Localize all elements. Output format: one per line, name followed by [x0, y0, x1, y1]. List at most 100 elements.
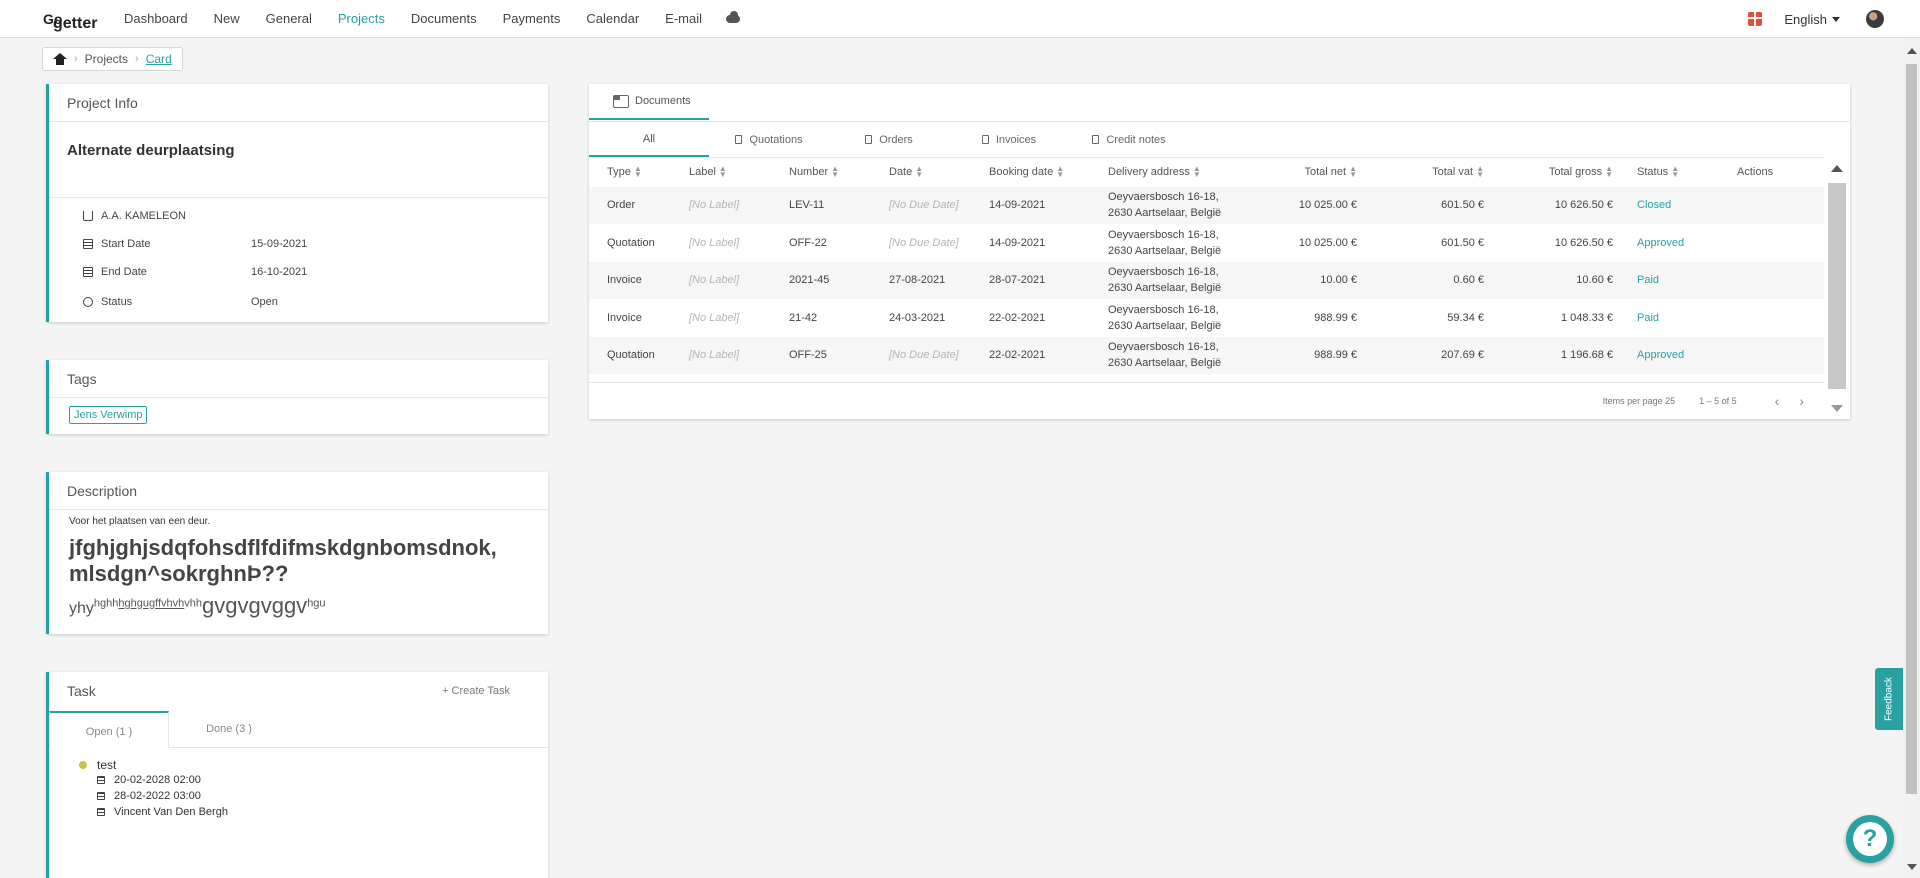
cell-date: [No Due Date]: [889, 199, 959, 212]
cell-type: Invoice: [607, 311, 642, 324]
chevron-right-icon[interactable]: ›: [1799, 393, 1804, 409]
description-line-2: jfghjghjsdqfohsdflfdifmskdgnbomsdnok, ml…: [69, 535, 497, 586]
breadcrumb-separator-icon: ›: [135, 53, 139, 65]
nav-payments[interactable]: Payments: [503, 11, 561, 26]
cloud-icon[interactable]: [724, 11, 742, 23]
client-name[interactable]: A.A. KAMELEON: [101, 210, 186, 222]
description-body: Voor het plaatsen van een deur. jfghjghj…: [49, 510, 548, 619]
description-line-1: Voor het plaatsen van een deur.: [69, 516, 211, 527]
nav-general[interactable]: General: [266, 11, 312, 26]
cell-type: Order: [607, 199, 636, 212]
scroll-thumb[interactable]: [1906, 64, 1917, 794]
logo-getter-text: getter: [53, 14, 98, 32]
home-icon[interactable]: [53, 53, 67, 65]
cell-address: Oeyvaersbosch 16-18, 2630 Aartselaar, Be…: [1108, 266, 1222, 295]
cell-actions: [1725, 299, 1824, 337]
gift-icon[interactable]: [1748, 12, 1763, 26]
col-total-net[interactable]: Total net ▲ ▼: [1268, 157, 1369, 187]
col-delivery-address[interactable]: Delivery address ▲ ▼: [1108, 157, 1268, 187]
nav-projects[interactable]: Projects: [338, 11, 385, 26]
cell-date: [No Due Date]: [889, 236, 959, 249]
col-status[interactable]: Status ▲ ▼: [1625, 157, 1725, 187]
subtab-credit-notes[interactable]: Credit notes: [1069, 122, 1189, 157]
scroll-down-icon[interactable]: [1831, 405, 1843, 412]
nav-new[interactable]: New: [214, 11, 240, 26]
tab-open-tasks[interactable]: Open (1 ): [49, 711, 169, 748]
subtab-invoices[interactable]: Invoices: [949, 122, 1069, 157]
desc-fragment: yhy: [69, 600, 94, 617]
nav-email[interactable]: E-mail: [665, 11, 702, 26]
subtab-quotations[interactable]: Quotations: [709, 122, 829, 157]
tab-documents[interactable]: Documents: [589, 84, 709, 120]
cell-label: [No Label]: [689, 236, 740, 249]
cell-total-vat: 59.34 €: [1447, 311, 1484, 324]
tags-card: Tags Jens Verwimp: [46, 360, 548, 434]
scroll-down-icon[interactable]: [1907, 864, 1917, 870]
description-title: Description: [49, 472, 548, 510]
language-selector[interactable]: English: [1784, 12, 1840, 27]
col-type[interactable]: Type ▲ ▼: [589, 157, 689, 187]
col-total-gross[interactable]: Total gross ▲ ▼: [1496, 157, 1625, 187]
nav-dashboard[interactable]: Dashboard: [124, 11, 188, 26]
breadcrumb-card[interactable]: Card: [146, 52, 172, 66]
chevron-down-icon: [1832, 16, 1840, 22]
col-number[interactable]: Number ▲ ▼: [789, 157, 889, 187]
subtab-all-label: All: [642, 132, 656, 145]
page-scrollbar[interactable]: [1903, 38, 1920, 878]
table-row[interactable]: Order [No Label] LEV-11 [No Due Date] 14…: [589, 186, 1824, 225]
start-date-value: 15-09-2021: [251, 238, 308, 250]
subtab-orders[interactable]: Orders: [829, 122, 949, 157]
gogetter-logo[interactable]: Go getter: [43, 5, 100, 33]
nav-right: English: [1748, 0, 1920, 38]
cart-icon: [83, 211, 93, 221]
client-row: A.A. KAMELEON: [49, 202, 548, 230]
user-avatar[interactable]: [1866, 10, 1884, 28]
cell-actions: [1725, 224, 1824, 262]
cell-address: Oeyvaersbosch 16-18, 2630 Aartselaar, Be…: [1108, 191, 1222, 220]
table-pagination: Items per page 25 1 – 5 of 5 ‹ ›: [589, 382, 1824, 418]
task-meta: 20-02-2028 02:00 28-02-2022 03:00 Vincen…: [79, 772, 548, 820]
cell-actions: [1725, 187, 1824, 225]
table-row[interactable]: Invoice [No Label] 21-42 24-03-2021 22-0…: [589, 299, 1824, 337]
items-per-page[interactable]: Items per page 25: [1603, 396, 1676, 406]
tag-chip[interactable]: Jens Verwimp: [69, 406, 148, 424]
cell-total-gross: 10 626.50 €: [1554, 236, 1613, 249]
cell-date: 27-08-2021: [889, 274, 946, 287]
status-icon: [83, 297, 93, 307]
task-item[interactable]: test: [79, 758, 548, 772]
col-label[interactable]: Label ▲ ▼: [689, 157, 789, 187]
subtab-all[interactable]: All: [589, 122, 709, 157]
documents-icon: [613, 94, 629, 108]
tags-title: Tags: [49, 360, 548, 398]
cell-total-net: 10 025.00 €: [1298, 236, 1357, 249]
status-label: Status: [101, 296, 133, 308]
nav-documents[interactable]: Documents: [411, 11, 477, 26]
tab-done-tasks[interactable]: Done (3 ): [169, 710, 289, 747]
table-row[interactable]: Quotation [No Label] OFF-25 [No Due Date…: [589, 336, 1824, 374]
help-button[interactable]: ?: [1846, 815, 1894, 863]
table-scrollbar[interactable]: [1826, 157, 1848, 419]
scroll-thumb[interactable]: [1828, 183, 1846, 389]
table-row[interactable]: Quotation [No Label] OFF-22 [No Due Date…: [589, 224, 1824, 262]
sort-icon: ▲ ▼: [633, 164, 642, 180]
sort-icon: ▲ ▼: [1671, 164, 1680, 180]
start-date-label: Start Date: [101, 238, 151, 250]
desc-fragment: gvgvgvggv: [202, 593, 308, 618]
feedback-tab[interactable]: Feedback: [1875, 668, 1903, 730]
cell-status: Closed: [1637, 199, 1672, 212]
create-task-button[interactable]: + Create Task: [442, 685, 510, 697]
breadcrumb: › Projects › Card: [42, 47, 183, 71]
scroll-up-icon[interactable]: [1907, 48, 1917, 54]
cell-label: [No Label]: [689, 349, 740, 362]
scroll-up-icon[interactable]: [1831, 165, 1843, 172]
col-total-vat[interactable]: Total vat ▲ ▼: [1369, 157, 1496, 187]
task-item-title[interactable]: test: [97, 758, 116, 772]
col-booking-date[interactable]: Booking date ▲ ▼: [989, 157, 1108, 187]
chevron-left-icon[interactable]: ‹: [1775, 393, 1780, 409]
subtab-invoices-label: Invoices: [995, 133, 1037, 146]
table-row[interactable]: Invoice [No Label] 2021-45 27-08-2021 28…: [589, 261, 1824, 299]
breadcrumb-projects[interactable]: Projects: [85, 52, 128, 66]
col-date[interactable]: Date ▲ ▼: [889, 157, 989, 187]
nav-calendar[interactable]: Calendar: [586, 11, 639, 26]
cell-total-gross: 10.60 €: [1576, 274, 1613, 287]
